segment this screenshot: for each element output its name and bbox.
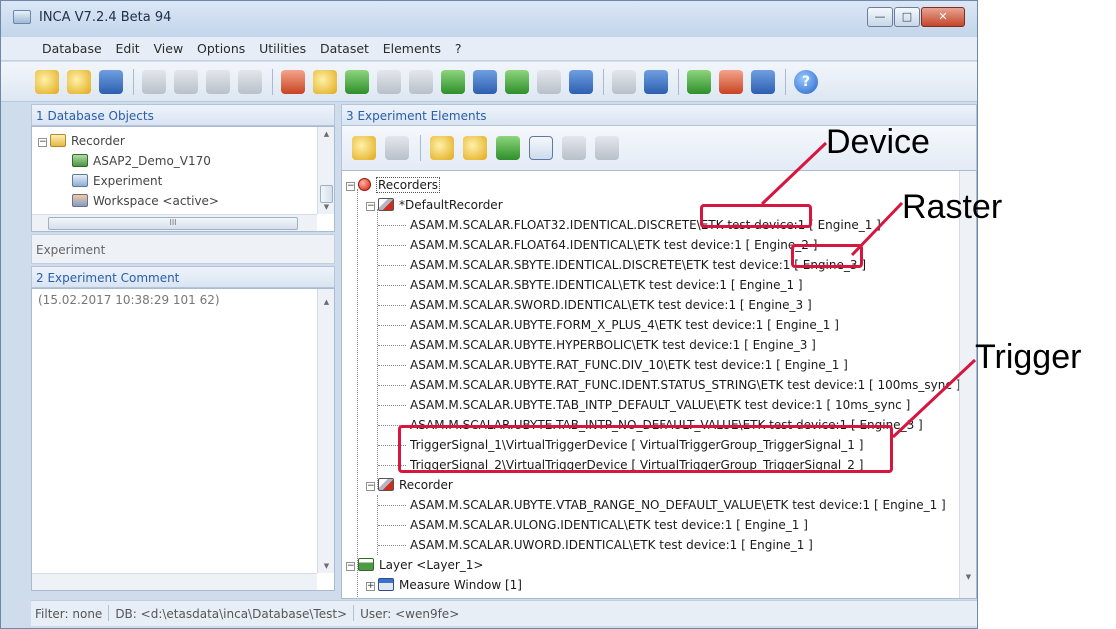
- callout-raster: Raster: [902, 188, 1003, 226]
- callout-device: Device: [826, 123, 930, 161]
- callout-trigger: Trigger: [975, 338, 1082, 376]
- callout-lines: [760, 141, 977, 439]
